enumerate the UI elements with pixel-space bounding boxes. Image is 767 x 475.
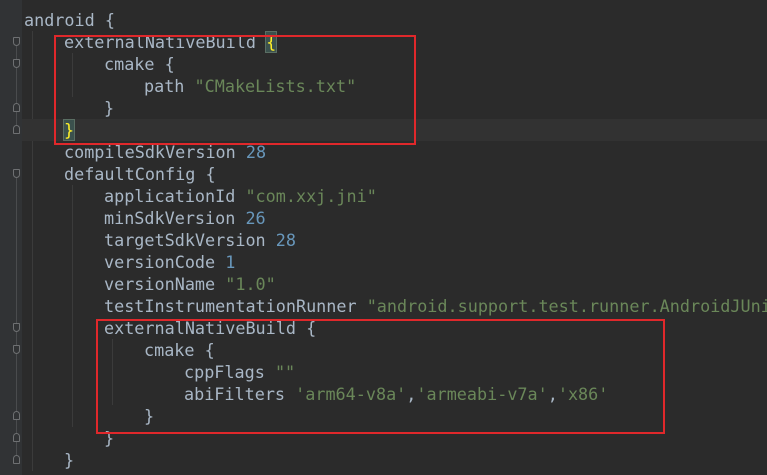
- code-line[interactable]: minSdkVersion 26: [24, 207, 266, 229]
- code-line[interactable]: cmake {: [24, 339, 215, 361]
- code-token: 'arm64-v8a': [295, 384, 407, 404]
- fold-marker-icon[interactable]: [13, 323, 20, 332]
- code-token: ,: [547, 384, 558, 404]
- fold-marker-icon[interactable]: [13, 345, 20, 354]
- code-line[interactable]: defaultConfig {: [24, 163, 216, 185]
- code-line[interactable]: cmake {: [24, 53, 175, 75]
- code-token: 'x86': [557, 384, 609, 404]
- code-token: externalNativeBuild: [64, 32, 267, 52]
- code-token: }: [64, 450, 75, 470]
- code-token: }: [104, 98, 115, 118]
- code-line[interactable]: applicationId "com.xxj.jni": [24, 185, 377, 207]
- code-line[interactable]: versionName "1.0": [24, 273, 276, 295]
- fold-marker-icon[interactable]: [13, 59, 20, 68]
- code-line[interactable]: }: [24, 405, 154, 427]
- code-token: defaultConfig {: [64, 164, 216, 184]
- code-line[interactable]: }: [24, 449, 74, 471]
- code-token: "1.0": [225, 274, 276, 294]
- code-line[interactable]: testInstrumentationRunner "android.suppo…: [24, 295, 767, 317]
- code-token: cppFlags: [184, 362, 275, 382]
- code-line[interactable]: abiFilters 'arm64-v8a','armeabi-v7a','x8…: [24, 383, 608, 405]
- code-token: 28: [245, 142, 267, 162]
- code-token: abiFilters: [184, 384, 296, 404]
- code-token: 28: [275, 230, 296, 250]
- code-line[interactable]: }: [22, 119, 767, 141]
- fold-marker-icon[interactable]: [13, 455, 20, 464]
- fold-range-line: [16, 354, 17, 412]
- code-token: }: [104, 428, 115, 448]
- code-line[interactable]: path "CMakeLists.txt": [24, 75, 356, 97]
- code-line[interactable]: cppFlags "": [24, 361, 295, 383]
- code-token: }: [144, 406, 155, 426]
- code-line[interactable]: android {: [24, 9, 115, 31]
- code-token: cmake {: [144, 340, 215, 360]
- fold-marker-icon[interactable]: [13, 411, 20, 420]
- code-token: testInstrumentationRunner: [104, 296, 367, 316]
- fold-marker-icon[interactable]: [13, 169, 20, 178]
- code-token: compileSdkVersion: [64, 142, 246, 162]
- code-line[interactable]: targetSdkVersion 28: [24, 229, 296, 251]
- code-token: }: [62, 119, 76, 141]
- code-token: 1: [225, 252, 236, 272]
- code-token: "CMakeLists.txt": [194, 76, 357, 96]
- code-token: path: [144, 76, 195, 96]
- code-line[interactable]: versionCode 1: [24, 251, 235, 273]
- editor-gutter[interactable]: [0, 0, 22, 475]
- code-line[interactable]: }: [24, 97, 114, 119]
- code-token: 'armeabi-v7a': [416, 384, 548, 404]
- code-line[interactable]: externalNativeBuild {: [24, 31, 278, 53]
- code-line[interactable]: externalNativeBuild {: [24, 317, 316, 339]
- code-token: externalNativeBuild {: [104, 318, 317, 338]
- code-token: versionName: [104, 274, 226, 294]
- code-line[interactable]: compileSdkVersion 28: [24, 141, 266, 163]
- fold-marker-icon[interactable]: [13, 103, 20, 112]
- code-token: {: [265, 31, 278, 53]
- code-token: ,: [406, 384, 417, 404]
- code-line[interactable]: [24, 471, 64, 475]
- code-token: "": [274, 362, 296, 382]
- code-token: targetSdkVersion: [104, 230, 276, 250]
- code-token: "android.support.test.runner.AndroidJUni…: [366, 296, 767, 316]
- code-editor[interactable]: android {externalNativeBuild {cmake {pat…: [0, 0, 767, 475]
- code-token: cmake {: [104, 54, 175, 74]
- code-token: versionCode: [104, 252, 226, 272]
- code-token: android {: [24, 10, 115, 30]
- code-token: minSdkVersion: [104, 208, 246, 228]
- fold-marker-icon[interactable]: [13, 125, 20, 134]
- code-token: "com.xxj.jni": [245, 186, 377, 206]
- fold-range-line: [16, 68, 17, 104]
- code-token: applicationId: [104, 186, 246, 206]
- code-token: 26: [245, 208, 266, 228]
- fold-marker-icon[interactable]: [13, 433, 20, 442]
- code-line[interactable]: }: [24, 427, 114, 449]
- fold-marker-icon[interactable]: [13, 37, 20, 46]
